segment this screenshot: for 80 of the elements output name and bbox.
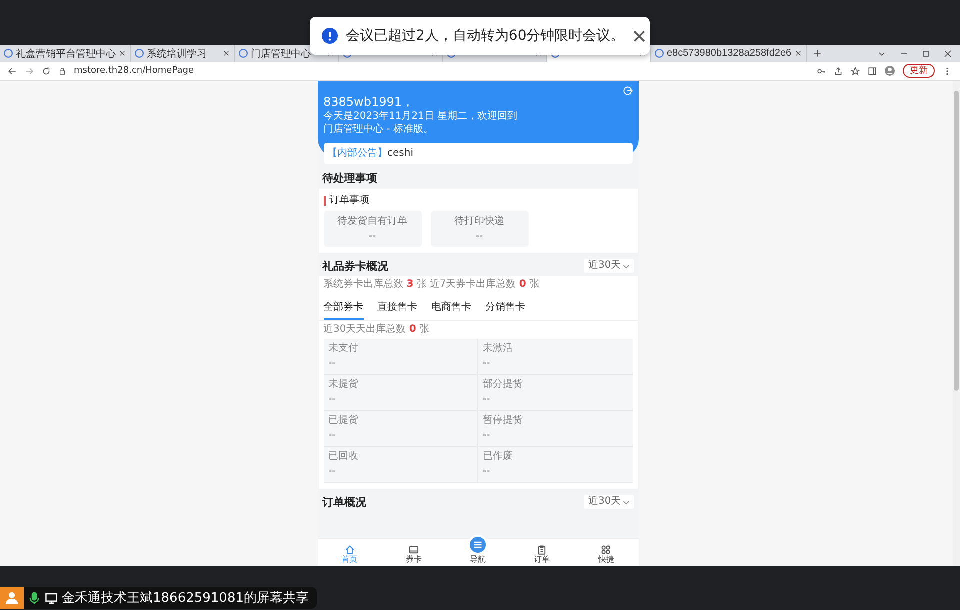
- stat-text: 近7天券卡出库总数 0 张: [430, 279, 540, 292]
- close-icon: [794, 50, 802, 57]
- section-title: 礼品券卡概况: [322, 260, 388, 273]
- plus-icon: [812, 49, 822, 58]
- star-icon: [851, 66, 860, 76]
- stat-value: --: [328, 430, 337, 442]
- stat-value: --: [483, 358, 492, 370]
- close-icon[interactable]: [632, 30, 646, 42]
- info-icon: [322, 28, 338, 44]
- stat-text: 近30天天出库总数 0 张: [324, 324, 430, 336]
- tile-value: --: [476, 230, 484, 243]
- stat-label: 已提货: [328, 415, 360, 428]
- update-button[interactable]: 更新: [903, 64, 935, 78]
- restore-icon: [922, 50, 930, 58]
- group-title: 订单事项: [330, 195, 370, 208]
- key-icon: [817, 66, 826, 76]
- nav-item[interactable]: 快捷: [574, 539, 639, 566]
- period-select[interactable]: 近30天: [584, 495, 634, 510]
- period-select[interactable]: 近30天: [584, 259, 634, 274]
- edition-text: 门店管理中心 - 标准版。: [324, 124, 434, 136]
- lock-icon: [59, 68, 66, 74]
- tile-label: 待发货自有订单: [338, 216, 408, 228]
- globe-icon: [135, 49, 144, 58]
- stat-label: 已作废: [483, 451, 514, 464]
- reload-icon: [42, 66, 51, 76]
- back-icon: [8, 66, 17, 76]
- section-title: 订单概况: [322, 496, 366, 509]
- stat-label: 暂停提货: [483, 415, 524, 428]
- logout-icon: [622, 86, 632, 96]
- tile-label: 待打印快递: [454, 216, 504, 228]
- screen-icon: [45, 592, 58, 604]
- stat-text: 系统券卡出库总数 3 张: [324, 279, 427, 292]
- pending-tile[interactable]: 待打印快递 --: [430, 211, 528, 248]
- notice-text: ceshi: [388, 148, 414, 160]
- notice-tag: 【内部公告】: [328, 148, 388, 160]
- nav-item[interactable]: 券卡: [382, 539, 446, 566]
- card-tab[interactable]: 直接售卡: [378, 298, 418, 320]
- share-icon: [834, 66, 843, 76]
- toast-message: 会议已超过2人，自动转为60分钟限时会议。: [346, 27, 625, 45]
- globe-icon: [4, 49, 13, 58]
- card-tab[interactable]: 分销售卡: [486, 298, 526, 320]
- stat-label: 未激活: [483, 343, 514, 356]
- person-icon: [5, 591, 19, 605]
- chevron-down-icon: [878, 50, 886, 58]
- profile-icon[interactable]: [885, 66, 895, 76]
- stat-value: --: [483, 394, 492, 406]
- nav-item[interactable]: 订单: [510, 539, 574, 566]
- pending-tile[interactable]: 待发货自有订单 --: [324, 211, 422, 248]
- microphone-icon: [28, 592, 41, 604]
- stat-value: --: [328, 394, 337, 406]
- clipboard-icon: [537, 545, 548, 556]
- stat-label: 未支付: [328, 343, 360, 356]
- side-panel-icon: [868, 66, 877, 76]
- forward-icon: [25, 66, 34, 76]
- card-tab[interactable]: 电商售卡: [432, 298, 472, 320]
- home-icon: [344, 545, 355, 556]
- stat-label: 部分提货: [483, 379, 524, 392]
- nav-item[interactable]: 首页: [318, 539, 382, 566]
- close-icon: [223, 50, 230, 57]
- stat-value: --: [328, 466, 337, 478]
- stat-value: --: [328, 358, 337, 370]
- card-tab[interactable]: 全部券卡: [324, 298, 364, 320]
- stat-value: --: [483, 430, 492, 442]
- globe-icon: [655, 49, 664, 58]
- stat-label: 已回收: [328, 451, 360, 464]
- globe-icon: [239, 49, 248, 58]
- close-icon: [944, 50, 952, 58]
- card-icon: [408, 545, 419, 556]
- stat-value: --: [483, 466, 492, 478]
- nav-item[interactable]: 导航: [446, 531, 510, 566]
- notice-card[interactable]: 【内部公告】ceshi: [324, 143, 632, 164]
- tile-value: --: [368, 230, 376, 243]
- stat-label: 未提货: [328, 379, 360, 392]
- share-text: 金禾通技术王斌18662591081的屏幕共享: [62, 590, 309, 607]
- section-title: 待处理事项: [321, 171, 378, 187]
- close-icon: [119, 50, 126, 57]
- username: 8385wb1991，: [324, 95, 416, 110]
- grid-icon: [601, 545, 612, 556]
- address-bar[interactable]: mstore.th28.cn/HomePage: [74, 66, 809, 76]
- greeting-text: 今天是2023年11月21日 星期二，欢迎回到: [324, 111, 519, 122]
